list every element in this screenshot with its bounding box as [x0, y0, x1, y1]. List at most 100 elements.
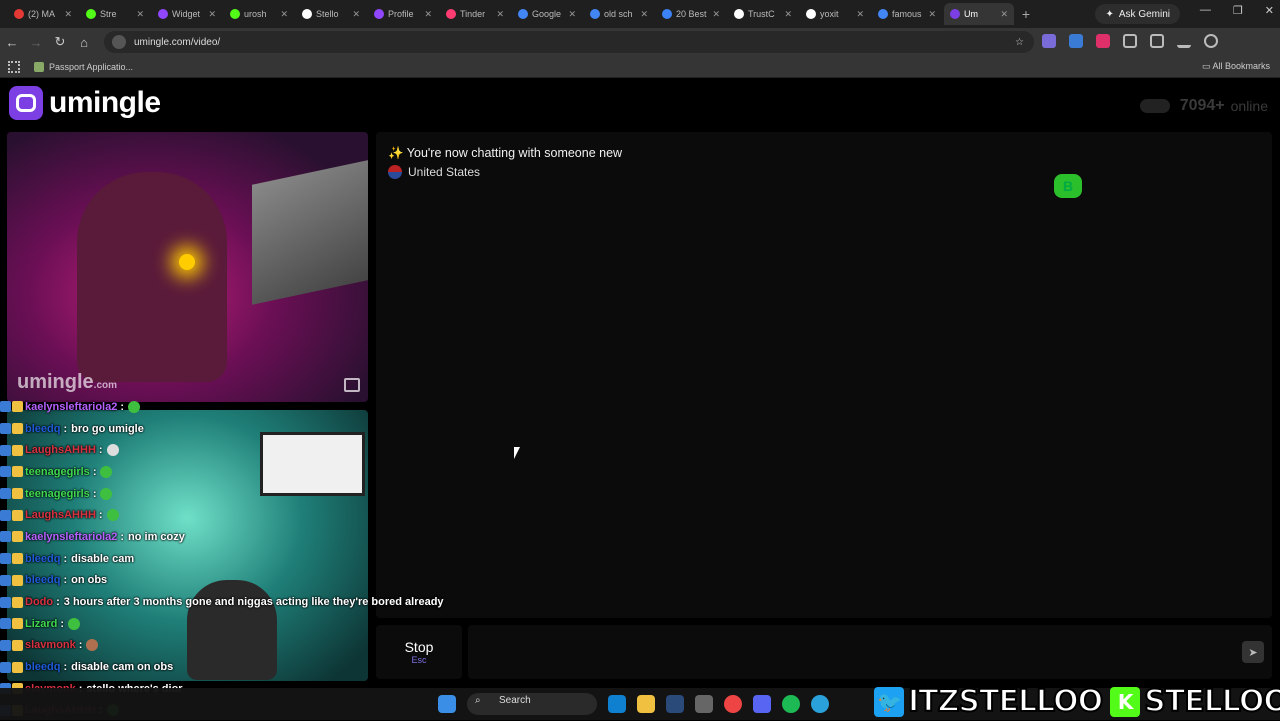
restore-icon[interactable]: ❐ — [1233, 4, 1243, 17]
close-tab-icon[interactable]: ✕ — [640, 9, 648, 20]
report-flag-icon[interactable] — [344, 378, 360, 392]
telegram-icon[interactable] — [811, 695, 829, 713]
chat-badges — [0, 423, 23, 435]
browser-tab[interactable]: Stello ✕ — [296, 3, 366, 25]
chat-separator: : — [63, 574, 68, 587]
close-tab-icon[interactable]: ✕ — [280, 9, 288, 20]
social-handle-text: ITZSTELLOO — [907, 683, 1104, 720]
discord-icon[interactable] — [753, 695, 771, 713]
download-icon[interactable] — [1177, 34, 1191, 48]
send-icon[interactable]: ➤ — [1242, 641, 1264, 663]
browser-tab[interactable]: Widget ✕ — [152, 3, 222, 25]
chat-separator: : — [60, 617, 65, 630]
stream-chat-line: kaelynsleftariola2: no im cozy — [0, 526, 470, 548]
browser-tab[interactable]: Tinder ✕ — [440, 3, 510, 25]
browser-tab[interactable]: (2) MA ✕ — [8, 3, 78, 25]
reload-icon[interactable]: ↻ — [48, 34, 72, 50]
tab-label: Profile — [388, 9, 414, 19]
all-bookmarks-button[interactable]: ▭ All Bookmarks — [1202, 61, 1270, 72]
steam-icon[interactable] — [666, 695, 684, 713]
app-icon[interactable] — [695, 695, 713, 713]
tab-favicon-icon — [14, 9, 24, 19]
chat-badges — [0, 531, 23, 543]
browser-tab[interactable]: TrustC ✕ — [728, 3, 798, 25]
chat-username: bleedq — [25, 661, 61, 674]
close-tab-icon[interactable]: ✕ — [928, 9, 936, 20]
browser-tab[interactable]: famous ✕ — [872, 3, 942, 25]
bookmark-item[interactable]: Passport Applicatio... — [34, 61, 133, 72]
close-tab-icon[interactable]: ✕ — [208, 9, 216, 20]
chat-badges — [0, 639, 23, 651]
stream-chat-line: teenagegirls: — [0, 461, 470, 483]
chat-username: LaughsAHHH — [25, 509, 96, 522]
address-bar[interactable]: umingle.com/video/ ☆ — [104, 31, 1034, 53]
chat-separator: : — [120, 530, 125, 543]
file-explorer-icon[interactable] — [637, 695, 655, 713]
close-tab-icon[interactable]: ✕ — [568, 9, 576, 20]
stream-chat-line: LaughsAHHH: — [0, 504, 470, 526]
browser-tab[interactable]: 20 Best ✕ — [656, 3, 726, 25]
close-tab-icon[interactable]: ✕ — [64, 9, 72, 20]
message-input[interactable]: ➤ — [468, 625, 1272, 679]
tab-label: Stello — [316, 9, 339, 19]
close-window-icon[interactable]: ✕ — [1265, 4, 1274, 17]
forward-icon[interactable]: → — [24, 35, 48, 50]
tab-label: Um — [964, 9, 978, 19]
spotify-icon[interactable] — [782, 695, 800, 713]
close-tab-icon[interactable]: ✕ — [352, 9, 360, 20]
tab-favicon-icon — [302, 9, 312, 19]
extensions-puzzle-icon[interactable] — [1123, 34, 1137, 48]
browser-tab[interactable]: yoxit ✕ — [800, 3, 870, 25]
chat-username: kaelynsleftariola2 — [25, 530, 118, 543]
edge-icon[interactable] — [608, 695, 626, 713]
browser-tab-strip: (2) MA ✕ Stre ✕ Widget ✕ urosh ✕ Stello ✕ Profile ✕… — [0, 0, 1280, 28]
browser-tab[interactable]: Profile ✕ — [368, 3, 438, 25]
back-icon[interactable]: ← — [0, 35, 24, 50]
windows-start-icon[interactable] — [438, 695, 456, 713]
site-logo[interactable]: umingle — [9, 86, 161, 120]
close-tab-icon[interactable]: ✕ — [1000, 9, 1008, 20]
tab-favicon-icon — [446, 9, 456, 19]
home-icon[interactable]: ⌂ — [72, 35, 96, 50]
tab-favicon-icon — [158, 9, 168, 19]
ask-gemini-button[interactable]: ✦ Ask Gemini — [1095, 4, 1180, 24]
badge-icon — [12, 488, 23, 500]
chat-bubble-logo-icon — [9, 86, 43, 120]
site-info-icon[interactable] — [112, 35, 126, 49]
bookmark-star-icon[interactable]: ☆ — [1015, 37, 1024, 48]
chrome-icon[interactable] — [724, 695, 742, 713]
close-tab-icon[interactable]: ✕ — [856, 9, 864, 20]
close-tab-icon[interactable]: ✕ — [712, 9, 720, 20]
close-tab-icon[interactable]: ✕ — [424, 9, 432, 20]
taskbar-search[interactable]: ⌕ Search — [467, 693, 597, 715]
new-tab-icon[interactable]: + — [1016, 4, 1036, 24]
browser-tab[interactable]: Um ✕ — [944, 3, 1014, 25]
browser-tab[interactable]: Google ✕ — [512, 3, 582, 25]
background-monitor — [252, 159, 368, 305]
extension-icon[interactable] — [1042, 34, 1056, 48]
chat-username: teenagegirls — [25, 465, 90, 478]
side-panel-icon[interactable] — [1150, 34, 1164, 48]
badge-icon — [0, 639, 11, 651]
stream-chat-line: Dodo:3 hours after 3 months gone and nig… — [0, 591, 470, 613]
minimize-icon[interactable]: — — [1200, 4, 1211, 17]
profile-avatar-icon[interactable] — [1204, 34, 1218, 48]
theme-toggle[interactable] — [1139, 99, 1170, 113]
apps-grid-icon[interactable] — [8, 60, 20, 73]
chat-emote-icon — [106, 444, 119, 457]
close-tab-icon[interactable]: ✕ — [784, 9, 792, 20]
extension-icon[interactable] — [1069, 34, 1083, 48]
chat-username: slavmonk — [25, 639, 76, 652]
chat-badges — [0, 618, 23, 630]
badge-icon — [0, 661, 11, 673]
tab-label: (2) MA — [28, 9, 55, 19]
browser-tab[interactable]: old sch ✕ — [584, 3, 654, 25]
taskbar-search-label: Search — [499, 695, 531, 706]
close-tab-icon[interactable]: ✕ — [496, 9, 504, 20]
extension-icon[interactable] — [1096, 34, 1110, 48]
chat-badges — [0, 488, 23, 500]
browser-tab[interactable]: Stre ✕ — [80, 3, 150, 25]
browser-tab[interactable]: urosh ✕ — [224, 3, 294, 25]
close-tab-icon[interactable]: ✕ — [136, 9, 144, 20]
chat-badges — [0, 596, 23, 608]
